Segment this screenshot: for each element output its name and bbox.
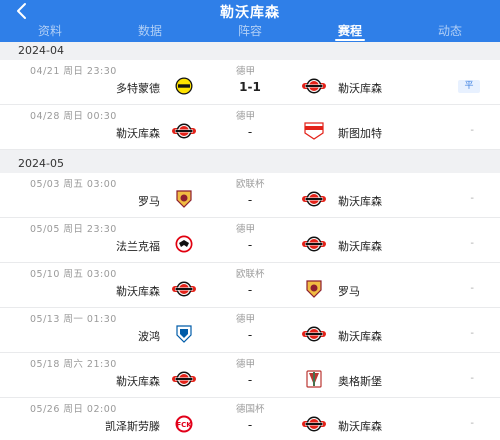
- match-datetime: 04/21 周日 23:30: [30, 66, 117, 77]
- tab-news[interactable]: 动态: [400, 22, 500, 42]
- home-team-name: 勒沃库森: [116, 285, 160, 298]
- result-placeholder: -: [470, 328, 474, 339]
- away-team-name: 勒沃库森: [338, 240, 382, 253]
- result-badge: 平: [458, 80, 480, 93]
- leverkusen-crest-icon: [302, 325, 326, 343]
- match-row[interactable]: 05/03 周五 03:00 欧联杯罗马 - 勒沃库森 -: [0, 173, 500, 218]
- schedule-list: 2024-04 04/21 周日 23:30 德甲 多特蒙德 1-1 勒沃库森平 04/28…: [0, 42, 500, 440]
- match-score: -: [247, 373, 253, 387]
- competition-label: 德甲: [236, 111, 256, 122]
- leverkusen-crest-icon: [302, 235, 326, 253]
- augsburg-crest-icon: [302, 370, 326, 388]
- away-team-name: 斯图加特: [338, 127, 382, 140]
- dortmund-crest-icon: [172, 77, 196, 95]
- result-placeholder: -: [470, 418, 474, 429]
- match-row[interactable]: 05/18 周六 21:30 德甲勒沃库森 - 奥格斯堡 -: [0, 353, 500, 398]
- home-team-name: 凯泽斯劳滕: [105, 420, 160, 433]
- leverkusen-crest-icon: [172, 280, 196, 298]
- result-placeholder: -: [470, 373, 474, 384]
- match-datetime: 04/28 周日 00:30: [30, 111, 117, 122]
- result-placeholder: -: [470, 238, 474, 249]
- home-team-name: 法兰克福: [116, 240, 160, 253]
- competition-label: 德国杯: [236, 404, 265, 415]
- match-score: -: [247, 193, 253, 207]
- away-team-name: 勒沃库森: [338, 420, 382, 433]
- leverkusen-crest-icon: [302, 415, 326, 433]
- tab-stats[interactable]: 数据: [100, 22, 200, 42]
- match-row[interactable]: 05/05 周日 23:30 德甲法兰克福 - 勒沃库森 -: [0, 218, 500, 263]
- match-row[interactable]: 04/21 周日 23:30 德甲多特蒙德 1-1 勒沃库森 平: [0, 60, 500, 105]
- match-row[interactable]: 05/13 周一 01:30 德甲波鸿 - 勒沃库森 -: [0, 308, 500, 353]
- match-row[interactable]: 05/26 周日 02:00 德国杯凯泽斯劳滕 FCK - 勒沃库森 -: [0, 398, 500, 440]
- away-team-name: 勒沃库森: [338, 195, 382, 208]
- match-datetime: 05/18 周六 21:30: [30, 359, 117, 370]
- match-row[interactable]: 05/10 周五 03:00 欧联杯勒沃库森 - 罗马 -: [0, 263, 500, 308]
- away-team-name: 奥格斯堡: [338, 375, 382, 388]
- result-placeholder: -: [470, 283, 474, 294]
- tab-bar: 资料 数据 阵容 赛程 动态: [0, 22, 500, 42]
- leverkusen-crest-icon: [302, 190, 326, 208]
- match-datetime: 05/26 周日 02:00: [30, 404, 117, 415]
- kaiserslautern-crest-icon: FCK: [172, 415, 196, 433]
- tab-info[interactable]: 资料: [0, 22, 100, 42]
- match-score: -: [247, 328, 253, 342]
- page-title: 勒沃库森: [220, 5, 280, 21]
- home-team-name: 罗马: [138, 195, 160, 208]
- competition-label: 德甲: [236, 224, 256, 235]
- tab-lineup[interactable]: 阵容: [200, 22, 300, 42]
- match-datetime: 05/10 周五 03:00: [30, 269, 117, 280]
- match-score: -: [247, 125, 253, 139]
- match-score: -: [247, 418, 253, 432]
- month-header: 2024-05: [0, 155, 500, 173]
- competition-label: 德甲: [236, 314, 256, 325]
- competition-label: 欧联杯: [236, 179, 265, 190]
- home-team-name: 勒沃库森: [116, 375, 160, 388]
- svg-text:FCK: FCK: [176, 421, 192, 429]
- leverkusen-crest-icon: [302, 77, 326, 95]
- leverkusen-crest-icon: [172, 370, 196, 388]
- competition-label: 德甲: [236, 359, 256, 370]
- bochum-crest-icon: [172, 325, 196, 343]
- result-placeholder: -: [470, 125, 474, 136]
- stuttgart-crest-icon: [302, 122, 326, 140]
- competition-label: 德甲: [236, 66, 256, 77]
- match-datetime: 05/05 周日 23:30: [30, 224, 117, 235]
- match-score: -: [247, 283, 253, 297]
- frankfurt-crest-icon: [172, 235, 196, 253]
- match-row[interactable]: 04/28 周日 00:30 德甲勒沃库森 - 斯图加特 -: [0, 105, 500, 150]
- away-team-name: 罗马: [338, 285, 360, 298]
- away-team-name: 勒沃库森: [338, 330, 382, 343]
- roma-crest-icon: [302, 280, 326, 298]
- home-team-name: 波鸿: [138, 330, 160, 343]
- match-score: -: [247, 238, 253, 252]
- leverkusen-crest-icon: [172, 122, 196, 140]
- home-team-name: 多特蒙德: [116, 82, 160, 95]
- home-team-name: 勒沃库森: [116, 127, 160, 140]
- away-team-name: 勒沃库森: [338, 82, 382, 95]
- match-datetime: 05/13 周一 01:30: [30, 314, 117, 325]
- roma-crest-icon: [172, 190, 196, 208]
- month-header: 2024-04: [0, 42, 500, 60]
- competition-label: 欧联杯: [236, 269, 265, 280]
- match-score: 1-1: [239, 80, 261, 94]
- app-header: 勒沃库森: [0, 0, 500, 22]
- tab-schedule[interactable]: 赛程: [300, 22, 400, 42]
- match-datetime: 05/03 周五 03:00: [30, 179, 117, 190]
- result-placeholder: -: [470, 193, 474, 204]
